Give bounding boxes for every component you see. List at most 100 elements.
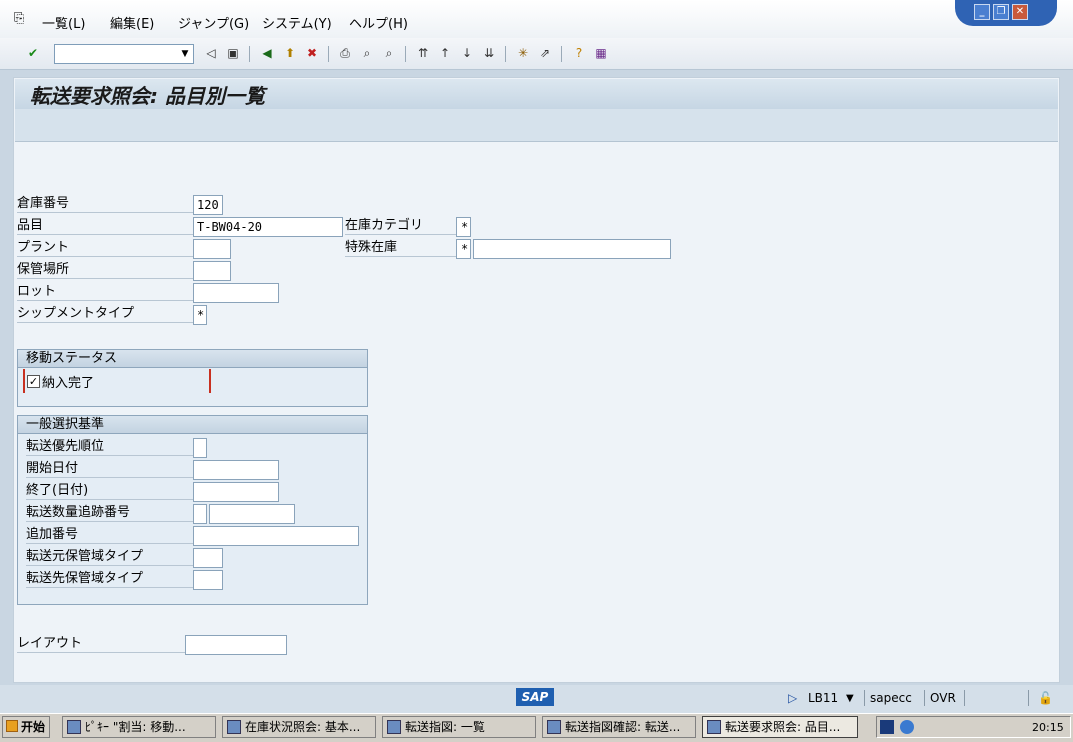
toolbar-separator — [561, 46, 562, 62]
taskbar-item[interactable]: 転送指図: 一覧 — [382, 716, 536, 738]
insert-mode: OVR — [930, 691, 956, 705]
additional-number-field[interactable] — [193, 526, 359, 546]
cancel-icon[interactable]: ✖ — [303, 44, 321, 62]
sap-window-icon — [707, 720, 721, 734]
first-page-icon[interactable]: ⇈ — [414, 44, 432, 62]
sap-window-icon — [387, 720, 401, 734]
tray-app-icon[interactable] — [880, 720, 894, 734]
shortcut-icon[interactable]: ⇗ — [536, 44, 554, 62]
taskbar-item-label: 在庫状況照会: 基本... — [245, 720, 361, 734]
taskbar-item-label: 転送指図確認: 転送... — [565, 720, 681, 734]
command-field[interactable] — [54, 44, 194, 64]
layout-label: レイアウト — [17, 635, 185, 653]
additional-number-label: 追加番号 — [26, 526, 193, 544]
next-page-icon[interactable]: ↓ — [458, 44, 476, 62]
status-expand-icon[interactable]: ▷ — [788, 691, 797, 705]
back-icon[interactable]: ◀ — [258, 44, 276, 62]
taskbar-item-label: 転送要求照会: 品目... — [725, 720, 841, 734]
taskbar-item[interactable]: ﾋﾟｷｰ "割当: 移動... — [62, 716, 216, 738]
taskbar-item-label: ﾋﾟｷｰ "割当: 移動... — [85, 720, 186, 734]
storage-location-label: 保管場所 — [17, 261, 193, 279]
lock-icon[interactable]: 🔓 — [1038, 691, 1053, 705]
status-separator — [964, 690, 965, 706]
help-icon[interactable]: ? — [570, 44, 588, 62]
status-separator — [924, 690, 925, 706]
tracking-number-label: 転送数量追跡番号 — [26, 504, 193, 522]
start-button[interactable]: 开始 — [2, 716, 50, 738]
taskbar-clock: 20:15 — [1032, 721, 1064, 734]
system-dropdown-icon[interactable]: ▼ — [846, 693, 854, 704]
find-next-icon[interactable]: ⌕ — [380, 44, 398, 62]
taskbar-item-active[interactable]: 転送要求照会: 品目... — [702, 716, 858, 738]
dest-storage-type-field[interactable] — [193, 570, 223, 590]
general-selection-title: 一般選択基準 — [18, 416, 367, 434]
priority-label: 転送優先順位 — [26, 438, 193, 456]
material-field[interactable]: T-BW04-20 — [193, 217, 343, 237]
storage-location-field[interactable] — [193, 261, 231, 281]
menu-jump[interactable]: ジャンプ(G) — [178, 13, 249, 32]
system-id: LB11 — [808, 691, 839, 705]
chevron-down-icon[interactable]: ▼ — [176, 44, 194, 64]
end-date-field[interactable] — [193, 482, 279, 502]
start-label: 开始 — [21, 720, 46, 734]
menu-edit[interactable]: 編集(E) — [110, 13, 154, 32]
warehouse-field[interactable]: 120 — [193, 195, 223, 215]
menu-bar — [0, 0, 1073, 38]
plant-field[interactable] — [193, 239, 231, 259]
start-date-label: 開始日付 — [26, 460, 193, 478]
stock-category-field[interactable]: * — [456, 217, 471, 237]
application-toolbar — [15, 109, 1058, 142]
save-icon[interactable]: ▣ — [224, 44, 242, 62]
taskbar-item[interactable]: 在庫状況照会: 基本... — [222, 716, 376, 738]
print-icon[interactable]: ⎙ — [336, 44, 354, 62]
last-page-icon[interactable]: ⇊ — [480, 44, 498, 62]
toolbar-separator — [405, 46, 406, 62]
taskbar-item-label: 転送指図: 一覧 — [405, 720, 485, 734]
page-title: 転送要求照会: 品目別一覧 — [30, 84, 265, 108]
toolbar-separator — [505, 46, 506, 62]
layout-field[interactable] — [185, 635, 287, 655]
delivery-complete-checkbox[interactable]: ✓ — [27, 375, 40, 388]
source-storage-type-field[interactable] — [193, 548, 223, 568]
new-session-icon[interactable]: ✳ — [514, 44, 532, 62]
previous-page-icon[interactable]: ↑ — [436, 44, 454, 62]
menu-help[interactable]: ヘルプ(H) — [349, 13, 408, 32]
taskbar-item[interactable]: 転送指図確認: 転送... — [542, 716, 696, 738]
sap-logo: SAP — [516, 688, 554, 706]
end-date-label: 終了(日付) — [26, 482, 193, 500]
plant-label: プラント — [17, 239, 193, 257]
material-label: 品目 — [17, 217, 193, 235]
system-menu-icon[interactable]: ⎘ — [14, 11, 24, 26]
lot-label: ロット — [17, 283, 193, 301]
tracking-type-field[interactable] — [193, 504, 207, 524]
restore-icon[interactable]: ❐ — [993, 4, 1009, 20]
minimize-icon[interactable]: _ — [974, 4, 990, 20]
priority-field[interactable] — [193, 438, 207, 458]
close-icon[interactable]: ✕ — [1012, 4, 1028, 20]
special-stock-number-field[interactable] — [473, 239, 671, 259]
special-stock-field[interactable]: * — [456, 239, 471, 259]
enter-icon[interactable]: ✔ — [24, 44, 42, 62]
tracking-number-field[interactable] — [209, 504, 295, 524]
toolbar-separator — [249, 46, 250, 62]
sap-window-icon — [547, 720, 561, 734]
windows-logo-icon — [6, 720, 18, 732]
warehouse-label: 倉庫番号 — [17, 195, 193, 213]
back-history-icon[interactable]: ◁ — [202, 44, 220, 62]
start-date-field[interactable] — [193, 460, 279, 480]
source-storage-type-label: 転送元保管域タイプ — [26, 548, 193, 566]
sap-window-icon — [227, 720, 241, 734]
menu-system[interactable]: システム(Y) — [262, 13, 332, 32]
lot-field[interactable] — [193, 283, 279, 303]
find-icon[interactable]: ⌕ — [358, 44, 376, 62]
menu-list[interactable]: 一覧(L) — [42, 13, 85, 32]
server-name: sapecc — [870, 691, 912, 705]
delivery-complete-label: 納入完了 — [42, 376, 95, 391]
sap-window-icon — [67, 720, 81, 734]
tray-network-icon[interactable] — [900, 720, 914, 734]
special-stock-label: 特殊在庫 — [345, 239, 456, 257]
exit-icon[interactable]: ⬆ — [281, 44, 299, 62]
layout-menu-icon[interactable]: ▦ — [592, 44, 610, 62]
status-separator — [1028, 690, 1029, 706]
shipment-type-field[interactable]: * — [193, 305, 207, 325]
